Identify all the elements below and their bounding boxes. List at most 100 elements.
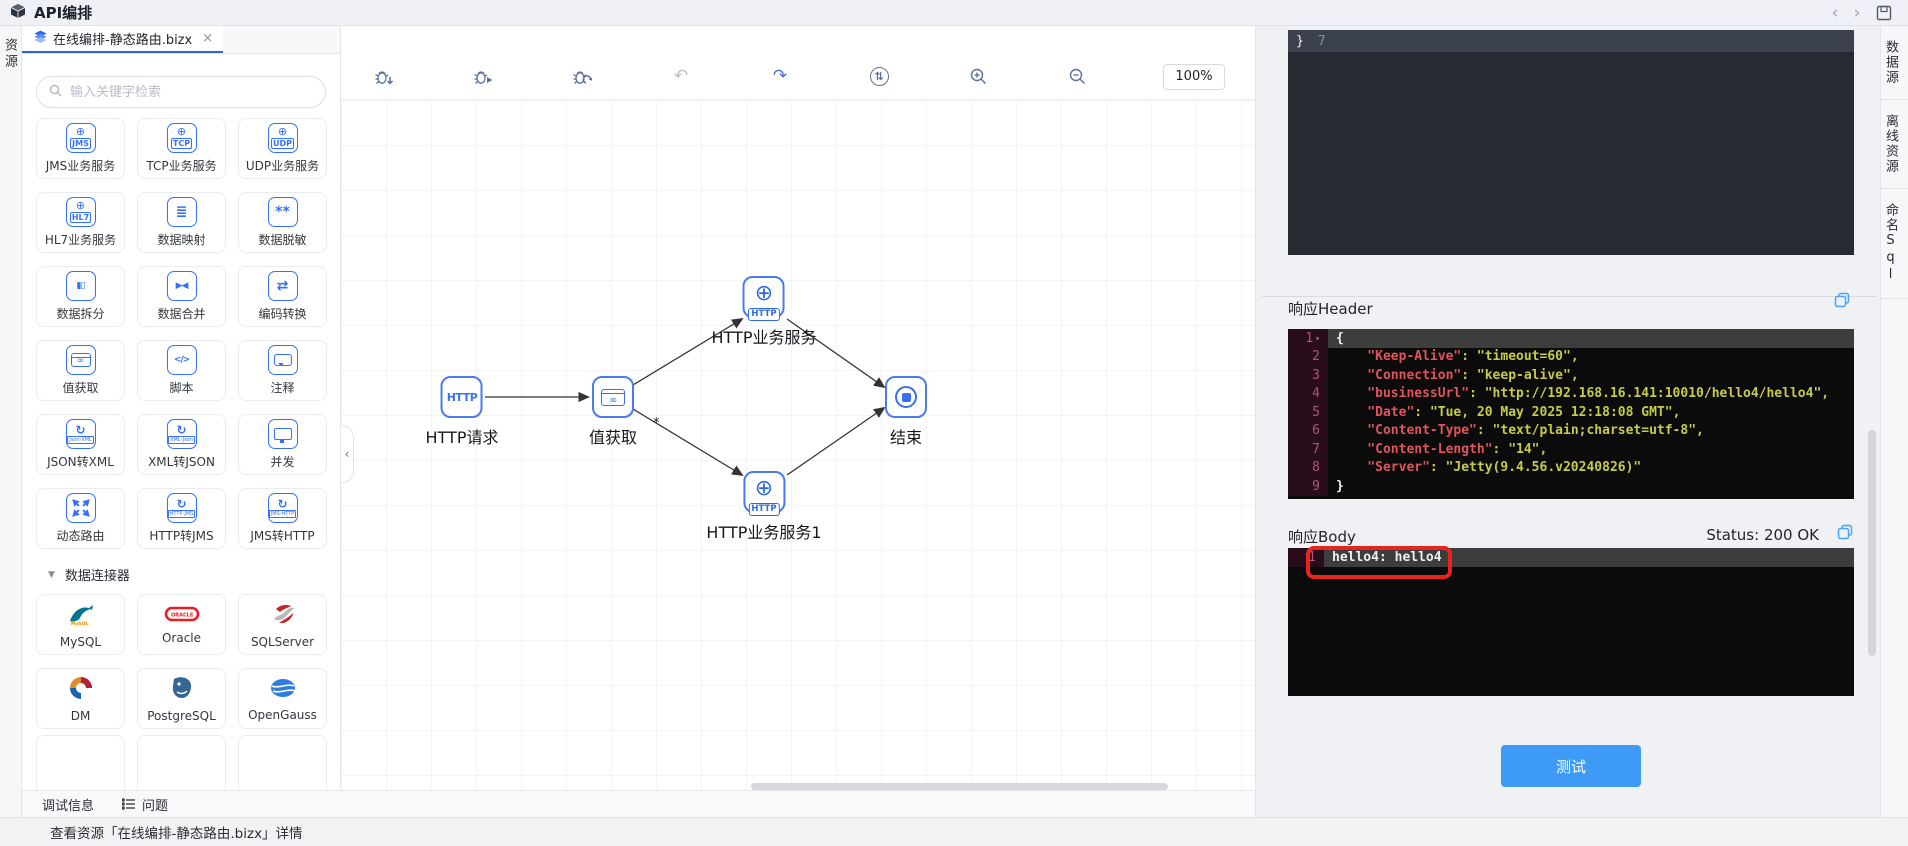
bug-restart-icon[interactable]	[569, 64, 595, 90]
palette-item-clipped[interactable]	[36, 735, 125, 790]
bug-run-icon[interactable]	[470, 64, 496, 90]
flow-node-http-request[interactable]: HTTPHTTP请求	[426, 376, 499, 448]
palette-item-oracle[interactable]: ORACLE Oracle	[137, 594, 226, 655]
edge-label: *	[653, 416, 660, 431]
palette-item-data-merge[interactable]: ▶◀ 数据合并	[137, 266, 226, 327]
copy-header-icon[interactable]	[1834, 292, 1850, 312]
status-badge: Status: 200 OK	[1706, 526, 1819, 544]
palette-item-data-masking[interactable]: ** 数据脱敏	[238, 192, 327, 253]
right-tab-strip: 数据源离线资源命名Sql	[1880, 26, 1908, 817]
palette-item-concurrent[interactable]: 并发	[238, 414, 327, 475]
response-header-code[interactable]: 1▾{2 "Keep-Alive": "timeout=60",3 "Conne…	[1288, 329, 1854, 499]
right-panel-scrollbar[interactable]	[1868, 430, 1876, 656]
palette-item-sqlserver[interactable]: SQLServer	[238, 594, 327, 655]
editor-brace: }	[1296, 34, 1304, 49]
bizx-file-icon	[34, 30, 47, 47]
flow-node-label: 值获取	[589, 424, 637, 448]
mysql-icon: MySQL	[64, 601, 98, 631]
right-strip-tab-3[interactable]: 命名Sql	[1881, 189, 1908, 299]
palette-item-label: HL7业务服务	[45, 231, 116, 248]
palette-item-comment[interactable]: 注释	[238, 340, 327, 401]
nav-forward-icon[interactable]: ›	[1846, 3, 1868, 23]
palette-item-label: 数据映射	[157, 231, 205, 248]
palette-item-data-split[interactable]: ▮▯ 数据拆分	[36, 266, 125, 327]
palette-item-dynamic-route[interactable]: 动态路由	[36, 488, 125, 549]
palette-item-http-to-jms[interactable]: ↻HTTP-JMS HTTP转JMS	[137, 488, 226, 549]
palette-item-xml-to-json[interactable]: ↻XML-Json XML转JSON	[137, 414, 226, 475]
document-tab[interactable]: 在线编排-静态路由.bizx ×	[22, 26, 223, 53]
connector-grid: MySQL MySQLORACLE Oracle SQLServer DM Po…	[22, 594, 340, 729]
palette-item-script[interactable]: </> 脚本	[137, 340, 226, 401]
palette-item-postgresql[interactable]: PostgreSQL	[137, 668, 226, 729]
test-button[interactable]: 测试	[1501, 745, 1641, 787]
code-line: 5 "Date": "Tue, 20 May 2025 12:18:08 GMT…	[1288, 403, 1854, 422]
flow-diagram-area[interactable]: HTTPHTTP请求 ∞值获取 ⊕HTTPHTTP业务服务 ⊕HTTPHTTP业务服务…	[341, 100, 1255, 790]
connectors-section-header[interactable]: ▼ 数据连接器	[22, 549, 340, 588]
palette-item-json-to-xml[interactable]: ↻Json-XML JSON转XML	[36, 414, 125, 475]
search-input[interactable]	[70, 85, 313, 100]
debug-bar-item[interactable]: 问题	[122, 795, 168, 814]
flow-canvas[interactable]: ↶ ↷ ⇅ 100% HTTPHTTP请求 ∞值获取 ⊕HTTPHTTP业务服务 ⊕HTTP…	[341, 26, 1255, 790]
data-merge-icon: ▶◀	[167, 271, 197, 301]
right-strip-tab-2[interactable]: 离线资源	[1881, 100, 1908, 189]
bug-deploy-icon[interactable]	[371, 64, 397, 90]
undo-icon[interactable]: ↶	[668, 64, 694, 90]
palette-item-label: 数据拆分	[56, 305, 104, 322]
connectors-section-label: 数据连接器	[65, 565, 130, 584]
code-line: 2 "Keep-Alive": "timeout=60",	[1288, 348, 1854, 367]
nav-back-icon[interactable]: ‹	[1824, 3, 1846, 23]
flow-edge[interactable]	[787, 408, 884, 475]
palette-item-label: TCP业务服务	[146, 157, 216, 174]
status-bar: 查看资源「在线编排-静态路由.bizx」详情	[0, 817, 1908, 846]
palette-item-opengauss[interactable]: OpenGauss	[238, 668, 327, 729]
app-logo-icon	[10, 3, 26, 23]
palette-item-clipped[interactable]	[137, 735, 226, 790]
code-line: 3 "Connection": "keep-alive",	[1288, 366, 1854, 385]
palette-item-clipped[interactable]	[238, 735, 327, 790]
palette-item-tcp-service[interactable]: ⊕TCP TCP业务服务	[137, 118, 226, 179]
zoom-level-display[interactable]: 100%	[1163, 64, 1225, 90]
copy-body-icon[interactable]	[1837, 524, 1853, 544]
code-line: 9}	[1288, 477, 1854, 496]
right-strip-tab-1[interactable]: 数据源	[1881, 26, 1908, 100]
json-to-xml-icon: ↻Json-XML	[66, 419, 96, 449]
palette-item-label: JSON转XML	[47, 453, 114, 470]
palette-item-encoding-convert[interactable]: ⇄ 编码转换	[238, 266, 327, 327]
debug-bar-item-label: 调试信息	[42, 795, 94, 814]
flow-node-http-service[interactable]: ⊕HTTPHTTP业务服务	[712, 276, 817, 348]
fit-view-icon[interactable]: ⇅	[866, 64, 892, 90]
comment-icon	[268, 345, 298, 375]
palette-item-dm[interactable]: DM	[36, 668, 125, 729]
palette-item-label: JMS业务服务	[46, 157, 116, 174]
palette-search[interactable]	[36, 76, 326, 108]
flow-node-value-get[interactable]: ∞值获取	[589, 376, 637, 448]
resources-vertical-tab[interactable]: 资源	[0, 38, 21, 70]
save-icon[interactable]	[1876, 5, 1892, 21]
palette-item-label: UDP业务服务	[246, 157, 319, 174]
palette-item-udp-service[interactable]: ⊕UDP UDP业务服务	[238, 118, 327, 179]
tab-close-icon[interactable]: ×	[202, 31, 213, 46]
request-editor-tail[interactable]: } 7	[1288, 30, 1854, 255]
palette-item-value-get[interactable]: ∞ 值获取	[36, 340, 125, 401]
palette-item-data-mapping[interactable]: ≣ 数据映射	[137, 192, 226, 253]
zoom-in-icon[interactable]	[965, 64, 991, 90]
palette-item-mysql[interactable]: MySQL MySQL	[36, 594, 125, 655]
data-split-icon: ▮▯	[66, 271, 96, 301]
chevron-down-icon: ▼	[48, 570, 55, 580]
palette-item-label: SQLServer	[251, 635, 314, 649]
palette-item-hl7-service[interactable]: ⊕HL7 HL7业务服务	[36, 192, 125, 253]
palette-item-jms-service[interactable]: ⊕JMS JMS业务服务	[36, 118, 125, 179]
palette-item-label: 数据合并	[157, 305, 205, 322]
redo-icon[interactable]: ↷	[767, 64, 793, 90]
flow-edge[interactable]	[633, 409, 742, 475]
zoom-out-icon[interactable]	[1064, 64, 1090, 90]
flow-node-http-service-1[interactable]: ⊕HTTPHTTP业务服务1	[706, 471, 821, 543]
debug-bar-item[interactable]: 调试信息	[42, 795, 94, 814]
palette-item-jms-to-http[interactable]: ↻JMS-HTTP JMS转HTTP	[238, 488, 327, 549]
palette-collapse-handle[interactable]: ‹	[341, 425, 354, 483]
left-panel: 在线编排-静态路由.bizx × ⊕JMS JMS业务服务⊕TCP TCP业务服…	[22, 26, 341, 790]
section-divider	[1262, 296, 1877, 297]
canvas-horizontal-scrollbar[interactable]	[751, 783, 1168, 790]
flow-node-end[interactable]: 结束	[885, 376, 927, 448]
palette-partial-row	[22, 735, 340, 790]
